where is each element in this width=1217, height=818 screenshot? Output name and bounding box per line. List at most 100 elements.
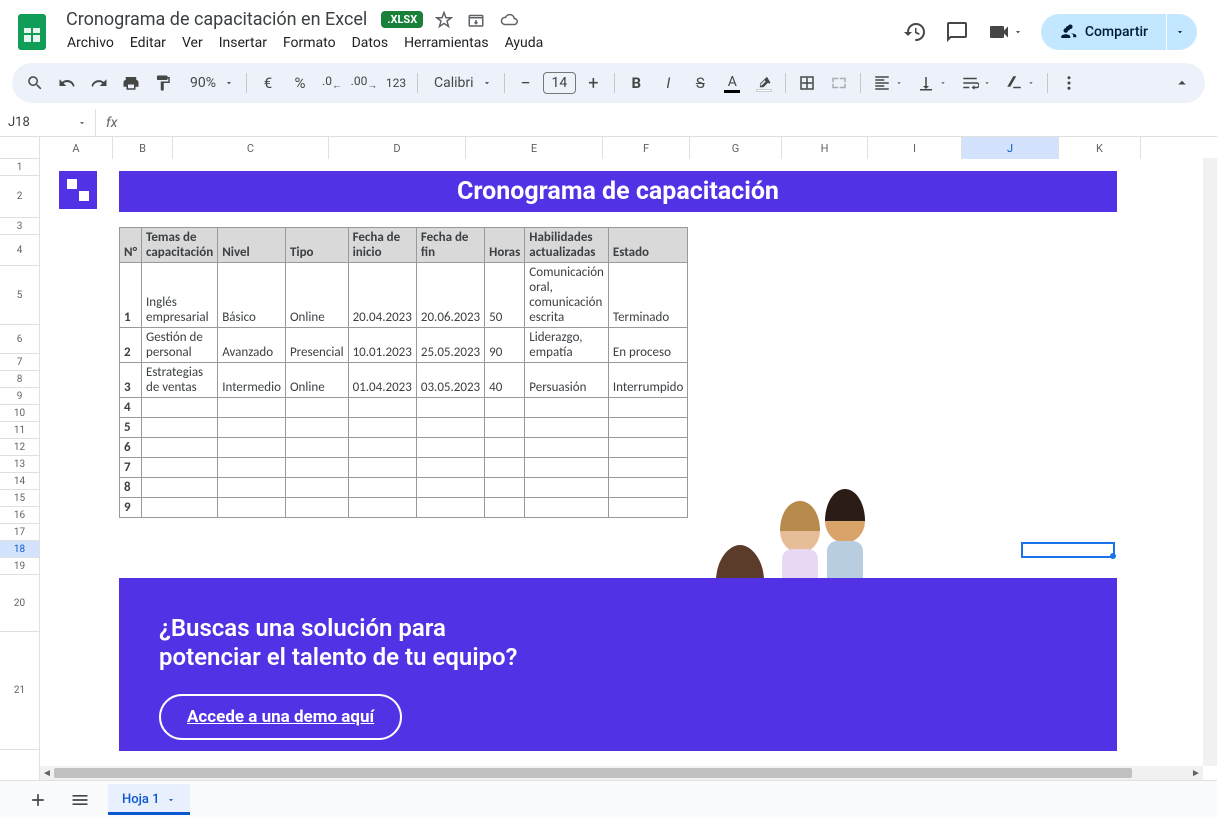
row-header-9[interactable]: 9: [0, 388, 39, 405]
table-cell[interactable]: Básico: [218, 263, 286, 328]
font-size-input[interactable]: 14: [543, 72, 577, 94]
row-header-13[interactable]: 13: [0, 456, 39, 473]
row-header-8[interactable]: 8: [0, 371, 39, 388]
col-header-E[interactable]: E: [466, 137, 603, 159]
table-cell[interactable]: 10.01.2023: [348, 328, 416, 363]
col-header-B[interactable]: B: [113, 137, 173, 159]
row-header-2[interactable]: 2: [0, 176, 39, 218]
col-header-C[interactable]: C: [173, 137, 329, 159]
table-cell[interactable]: [525, 458, 609, 478]
table-cell[interactable]: 8: [120, 478, 142, 498]
table-cell[interactable]: [142, 478, 218, 498]
table-cell[interactable]: 90: [485, 328, 525, 363]
table-cell[interactable]: [485, 498, 525, 518]
table-cell[interactable]: [525, 398, 609, 418]
valign-dropdown[interactable]: [911, 74, 953, 92]
table-cell[interactable]: Interrumpido: [608, 363, 687, 398]
table-cell[interactable]: [348, 438, 416, 458]
table-cell[interactable]: [348, 478, 416, 498]
table-cell[interactable]: 3: [120, 363, 142, 398]
table-cell[interactable]: [608, 438, 687, 458]
row-header-3[interactable]: 3: [0, 218, 39, 235]
table-cell[interactable]: Intermedio: [218, 363, 286, 398]
menu-formato[interactable]: Formato: [276, 31, 343, 55]
table-cell[interactable]: [285, 418, 348, 438]
col-header-A[interactable]: A: [40, 137, 113, 159]
print-icon[interactable]: [116, 68, 146, 98]
redo-icon[interactable]: [84, 68, 114, 98]
menu-archivo[interactable]: Archivo: [60, 31, 121, 55]
menu-insertar[interactable]: Insertar: [212, 31, 274, 55]
cloud-icon[interactable]: [499, 11, 519, 29]
table-cell[interactable]: 03.05.2023: [416, 363, 484, 398]
table-cell[interactable]: Online: [285, 363, 348, 398]
table-row[interactable]: 3Estrategias de ventasIntermedioOnline01…: [120, 363, 688, 398]
table-cell[interactable]: En proceso: [608, 328, 687, 363]
table-cell[interactable]: [285, 438, 348, 458]
table-cell[interactable]: [348, 418, 416, 438]
currency-icon[interactable]: €: [253, 68, 283, 98]
table-cell[interactable]: [218, 478, 286, 498]
add-sheet-icon[interactable]: [24, 786, 52, 814]
table-cell[interactable]: 2: [120, 328, 142, 363]
decrease-decimal-icon[interactable]: .0←: [317, 68, 347, 98]
table-cell[interactable]: Estrategias de ventas: [142, 363, 218, 398]
row-header-6[interactable]: 6: [0, 325, 39, 354]
col-header-G[interactable]: G: [690, 137, 782, 159]
text-color-icon[interactable]: A: [717, 68, 747, 98]
grid-canvas[interactable]: Cronograma de capacitación N°Temas de ca…: [40, 159, 1217, 818]
table-cell[interactable]: [348, 398, 416, 418]
borders-icon[interactable]: [792, 68, 822, 98]
name-box[interactable]: J18: [0, 109, 96, 136]
table-cell[interactable]: Persuasión: [525, 363, 609, 398]
strikethrough-icon[interactable]: S: [685, 68, 715, 98]
table-cell[interactable]: Comunicación oral, comunicación escrita: [525, 263, 609, 328]
merge-icon[interactable]: [824, 68, 854, 98]
col-header-K[interactable]: K: [1059, 137, 1141, 159]
table-cell[interactable]: [525, 418, 609, 438]
table-cell[interactable]: [142, 418, 218, 438]
table-row[interactable]: 6: [120, 438, 688, 458]
search-icon[interactable]: [20, 68, 50, 98]
sheets-logo[interactable]: [12, 12, 52, 52]
row-header-12[interactable]: 12: [0, 439, 39, 456]
table-cell[interactable]: [142, 438, 218, 458]
table-cell[interactable]: [485, 418, 525, 438]
table-cell[interactable]: Presencial: [285, 328, 348, 363]
table-cell[interactable]: Gestión de personal: [142, 328, 218, 363]
table-cell[interactable]: 6: [120, 438, 142, 458]
row-header-1[interactable]: 1: [0, 159, 39, 176]
table-cell[interactable]: [285, 458, 348, 478]
formula-input[interactable]: [127, 109, 1217, 136]
table-cell[interactable]: 5: [120, 418, 142, 438]
col-header-J[interactable]: J: [962, 137, 1059, 159]
col-header-H[interactable]: H: [782, 137, 868, 159]
table-cell[interactable]: 9: [120, 498, 142, 518]
paint-format-icon[interactable]: [148, 68, 178, 98]
row-header-14[interactable]: 14: [0, 473, 39, 490]
row-header-17[interactable]: 17: [0, 524, 39, 541]
table-row[interactable]: 7: [120, 458, 688, 478]
select-all-corner[interactable]: [0, 137, 40, 159]
table-cell[interactable]: [485, 458, 525, 478]
increase-decimal-icon[interactable]: .00→: [349, 68, 379, 98]
row-header-10[interactable]: 10: [0, 405, 39, 422]
history-icon[interactable]: [903, 20, 927, 44]
table-cell[interactable]: [485, 478, 525, 498]
table-cell[interactable]: [525, 438, 609, 458]
table-cell[interactable]: [485, 438, 525, 458]
row-header-21[interactable]: 21: [0, 632, 39, 750]
table-cell[interactable]: [525, 478, 609, 498]
demo-cta-button[interactable]: Accede a una demo aquí: [159, 694, 402, 740]
comment-icon[interactable]: [945, 20, 969, 44]
col-header-I[interactable]: I: [868, 137, 962, 159]
row-header-19[interactable]: 19: [0, 558, 39, 575]
table-cell[interactable]: [348, 458, 416, 478]
table-cell[interactable]: [416, 418, 484, 438]
table-cell[interactable]: 7: [120, 458, 142, 478]
row-header-20[interactable]: 20: [0, 575, 39, 632]
table-cell[interactable]: [218, 398, 286, 418]
table-row[interactable]: 9: [120, 498, 688, 518]
decrease-font-icon[interactable]: −: [511, 68, 541, 98]
all-sheets-icon[interactable]: [66, 786, 94, 814]
